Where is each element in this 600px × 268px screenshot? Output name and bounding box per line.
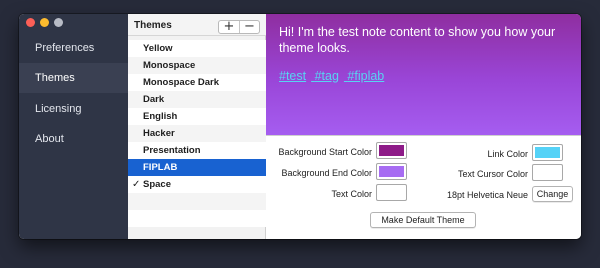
- bg-end-color-fill: [379, 166, 404, 177]
- bg-end-color-well[interactable]: [376, 163, 407, 180]
- change-font-button[interactable]: Change: [532, 186, 573, 202]
- bg-start-color-fill: [379, 145, 404, 156]
- theme-item-dark[interactable]: Dark: [128, 91, 266, 108]
- theme-item-monospace-dark[interactable]: Monospace Dark: [128, 74, 266, 91]
- preferences-window: Preferences Themes Licensing About Theme…: [19, 14, 581, 239]
- sidebar-item-preferences[interactable]: Preferences: [19, 33, 128, 63]
- theme-item-hacker[interactable]: Hacker: [128, 125, 266, 142]
- text-color-label: Text Color: [331, 189, 372, 199]
- list-empty-row: [128, 193, 266, 210]
- list-empty-row: [128, 210, 266, 227]
- theme-settings: Background Start Color Background End Co…: [266, 135, 581, 239]
- theme-item-english[interactable]: English: [128, 108, 266, 125]
- tag-link[interactable]: #test: [279, 69, 306, 83]
- close-window-button[interactable]: [26, 18, 35, 27]
- bg-start-color-label: Background Start Color: [278, 147, 372, 157]
- theme-item-yellow[interactable]: Yellow: [128, 40, 266, 57]
- theme-item-fiplab[interactable]: FIPLAB: [128, 159, 266, 176]
- link-color-well[interactable]: [532, 144, 563, 161]
- theme-item-space[interactable]: ✓ Space: [128, 176, 266, 193]
- text-color-fill: [379, 187, 404, 198]
- theme-item-monospace[interactable]: Monospace: [128, 57, 266, 74]
- theme-item-label: Space: [143, 179, 171, 190]
- bg-end-color-label: Background End Color: [281, 168, 372, 178]
- make-default-theme-button[interactable]: Make Default Theme: [370, 212, 476, 228]
- theme-item-presentation[interactable]: Presentation: [128, 142, 266, 159]
- themes-title: Themes: [134, 20, 172, 31]
- link-color-fill: [535, 147, 560, 158]
- font-label: 18pt Helvetica Neue: [446, 190, 528, 200]
- zoom-window-button[interactable]: [54, 18, 63, 27]
- text-color-well[interactable]: [376, 184, 407, 201]
- sidebar: Preferences Themes Licensing About: [19, 14, 128, 239]
- tag-link[interactable]: #tag: [315, 69, 339, 83]
- cursor-color-fill: [535, 167, 560, 178]
- cursor-color-well[interactable]: [532, 164, 563, 181]
- preview-tags: #test #tag #fiplab: [279, 69, 389, 83]
- remove-theme-button[interactable]: −: [239, 20, 259, 33]
- add-theme-button[interactable]: +: [219, 20, 239, 33]
- sidebar-item-licensing[interactable]: Licensing: [19, 94, 128, 124]
- sidebar-item-themes[interactable]: Themes: [19, 63, 128, 93]
- themes-panel: Themes + − Yellow Monospace Monospace Da…: [128, 14, 266, 239]
- theme-preview: Hi! I'm the test note content to show yo…: [266, 14, 581, 135]
- preview-note-text: Hi! I'm the test note content to show yo…: [279, 25, 556, 55]
- link-color-label: Link Color: [487, 149, 528, 159]
- window-controls: [26, 18, 63, 27]
- minimize-window-button[interactable]: [40, 18, 49, 27]
- cursor-color-label: Text Cursor Color: [457, 169, 528, 179]
- tag-link[interactable]: #fiplab: [347, 69, 384, 83]
- checkmark-icon: ✓: [132, 179, 141, 190]
- bg-start-color-well[interactable]: [376, 142, 407, 159]
- add-remove-control: + −: [218, 20, 260, 34]
- themes-header: Themes + −: [128, 14, 266, 36]
- sidebar-item-about[interactable]: About: [19, 124, 128, 154]
